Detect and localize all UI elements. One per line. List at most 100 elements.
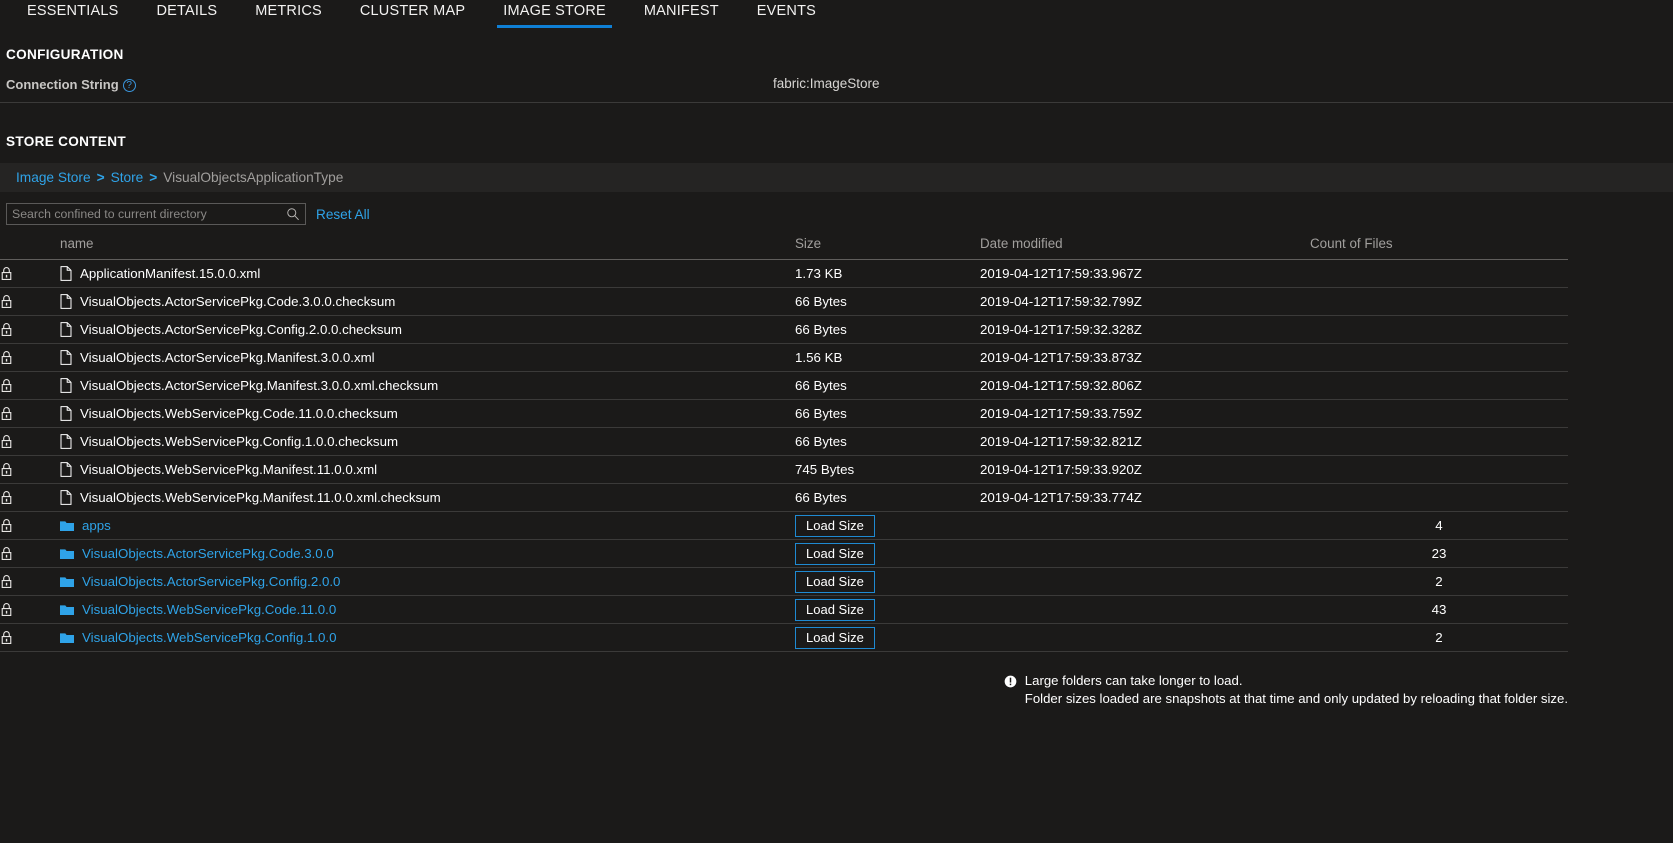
- tab-image-store[interactable]: IMAGE STORE: [484, 0, 625, 28]
- table-row[interactable]: VisualObjects.ActorServicePkg.Config.2.0…: [0, 315, 1568, 344]
- table-row[interactable]: VisualObjects.WebServicePkg.Config.1.0.0…: [0, 623, 1568, 652]
- column-header-date-modified[interactable]: Date modified: [980, 236, 1310, 260]
- column-header-size[interactable]: Size: [795, 236, 980, 260]
- load-size-cell[interactable]: Load Size: [795, 595, 980, 624]
- load-size-button[interactable]: Load Size: [795, 570, 875, 593]
- row-count-of-files-value: [1310, 371, 1568, 400]
- file-icon: [60, 406, 72, 421]
- lock-icon: [0, 343, 60, 372]
- row-count-of-files-value: 23: [1310, 539, 1568, 568]
- connection-string-label: Connection String: [6, 77, 119, 92]
- tab-bar: ESSENTIALS DETAILS METRICS CLUSTER MAP IMAGE…: [0, 0, 1673, 32]
- tab-essentials[interactable]: ESSENTIALS: [8, 0, 137, 28]
- row-size-value: 66 Bytes: [795, 371, 980, 400]
- table-row[interactable]: VisualObjects.WebServicePkg.Code.11.0.0 L…: [0, 595, 1568, 624]
- load-size-button[interactable]: Load Size: [795, 542, 875, 565]
- row-count-of-files-value: [1310, 427, 1568, 456]
- lock-icon: [0, 399, 60, 428]
- tab-manifest[interactable]: MANIFEST: [625, 0, 738, 28]
- row-name-cell: ApplicationManifest.15.0.0.xml: [60, 259, 795, 288]
- row-date-modified-value: [980, 511, 1310, 540]
- row-name-cell[interactable]: VisualObjects.ActorServicePkg.Code.3.0.0: [60, 539, 795, 568]
- load-size-cell[interactable]: Load Size: [795, 567, 980, 596]
- help-icon[interactable]: ?: [122, 79, 136, 92]
- row-size-value: 1.56 KB: [795, 343, 980, 372]
- load-size-cell[interactable]: Load Size: [795, 623, 980, 652]
- load-size-button[interactable]: Load Size: [795, 598, 875, 621]
- search-box[interactable]: [6, 203, 306, 225]
- table-row[interactable]: VisualObjects.ActorServicePkg.Code.3.0.0…: [0, 287, 1568, 316]
- row-date-modified-value: 2019-04-12T17:59:32.806Z: [980, 371, 1310, 400]
- table-row[interactable]: VisualObjects.ActorServicePkg.Config.2.0…: [0, 567, 1568, 596]
- row-name-cell[interactable]: VisualObjects.WebServicePkg.Config.1.0.0: [60, 623, 795, 652]
- row-name-cell: VisualObjects.ActorServicePkg.Manifest.3…: [60, 343, 795, 372]
- row-name-label[interactable]: VisualObjects.ActorServicePkg.Config.2.0…: [82, 574, 340, 589]
- row-name-cell: VisualObjects.WebServicePkg.Config.1.0.0…: [60, 427, 795, 456]
- row-date-modified-value: 2019-04-12T17:59:33.774Z: [980, 483, 1310, 512]
- table-row[interactable]: VisualObjects.WebServicePkg.Code.11.0.0.…: [0, 399, 1568, 428]
- file-icon: [60, 462, 72, 477]
- lock-icon: [0, 315, 60, 344]
- table-row[interactable]: apps Load Size 4: [0, 511, 1568, 540]
- footer-note-lines: Large folders can take longer to load. F…: [1025, 672, 1568, 708]
- row-name-label[interactable]: VisualObjects.WebServicePkg.Code.11.0.0: [82, 602, 336, 617]
- row-size-value: 66 Bytes: [795, 483, 980, 512]
- search-row: Reset All: [0, 203, 1673, 225]
- row-name-label: VisualObjects.ActorServicePkg.Config.2.0…: [80, 322, 402, 337]
- row-name-cell: VisualObjects.WebServicePkg.Manifest.11.…: [60, 455, 795, 484]
- breadcrumb-item-0[interactable]: Image Store: [16, 170, 91, 185]
- breadcrumb-item-2: VisualObjectsApplicationType: [163, 170, 344, 185]
- row-name-cell: VisualObjects.WebServicePkg.Code.11.0.0.…: [60, 399, 795, 428]
- table-row[interactable]: VisualObjects.ActorServicePkg.Code.3.0.0…: [0, 539, 1568, 568]
- load-size-cell[interactable]: Load Size: [795, 539, 980, 568]
- column-header-lock: [0, 236, 60, 260]
- row-name-label[interactable]: VisualObjects.WebServicePkg.Config.1.0.0: [82, 630, 337, 645]
- row-name-label[interactable]: VisualObjects.ActorServicePkg.Code.3.0.0: [82, 546, 334, 561]
- lock-icon: [0, 287, 60, 316]
- breadcrumb-item-1[interactable]: Store: [111, 170, 144, 185]
- row-size-value: 66 Bytes: [795, 287, 980, 316]
- file-icon: [60, 294, 72, 309]
- row-name-cell[interactable]: VisualObjects.WebServicePkg.Code.11.0.0: [60, 595, 795, 624]
- table-row[interactable]: VisualObjects.WebServicePkg.Manifest.11.…: [0, 455, 1568, 484]
- row-name-label: ApplicationManifest.15.0.0.xml: [80, 266, 261, 281]
- row-date-modified-value: 2019-04-12T17:59:33.920Z: [980, 455, 1310, 484]
- folder-icon: [60, 548, 74, 560]
- info-alert-icon: [1004, 675, 1017, 688]
- reset-all-link[interactable]: Reset All: [316, 207, 370, 222]
- tab-events[interactable]: EVENTS: [738, 0, 835, 28]
- load-size-cell[interactable]: Load Size: [795, 511, 980, 540]
- table-row[interactable]: VisualObjects.ActorServicePkg.Manifest.3…: [0, 371, 1568, 400]
- lock-icon: [0, 455, 60, 484]
- store-content-table: name Size Date modified Count of Files A…: [0, 236, 1568, 652]
- table-row[interactable]: VisualObjects.WebServicePkg.Manifest.11.…: [0, 483, 1568, 512]
- footer-note-line-2: Folder sizes loaded are snapshots at tha…: [1024, 691, 1568, 706]
- footer-note-line-1: Large folders can take longer to load.: [1024, 673, 1243, 688]
- row-size-value: 745 Bytes: [795, 455, 980, 484]
- column-header-count-of-files[interactable]: Count of Files: [1310, 236, 1568, 260]
- table-row[interactable]: VisualObjects.WebServicePkg.Config.1.0.0…: [0, 427, 1568, 456]
- configuration-heading: CONFIGURATION: [6, 47, 124, 62]
- row-name-cell: VisualObjects.ActorServicePkg.Code.3.0.0…: [60, 287, 795, 316]
- lock-icon: [0, 259, 60, 288]
- table-row[interactable]: ApplicationManifest.15.0.0.xml 1.73 KB 201…: [0, 259, 1568, 288]
- row-name-label[interactable]: apps: [82, 518, 111, 533]
- row-count-of-files-value: 4: [1310, 511, 1568, 540]
- load-size-button[interactable]: Load Size: [795, 626, 875, 649]
- tab-details[interactable]: DETAILS: [137, 0, 236, 28]
- tab-metrics[interactable]: METRICS: [236, 0, 341, 28]
- column-header-name[interactable]: name: [60, 236, 795, 260]
- load-size-button[interactable]: Load Size: [795, 514, 875, 537]
- table-row[interactable]: VisualObjects.ActorServicePkg.Manifest.3…: [0, 343, 1568, 372]
- row-date-modified-value: 2019-04-12T17:59:32.821Z: [980, 427, 1310, 456]
- row-date-modified-value: [980, 567, 1310, 596]
- row-name-cell[interactable]: apps: [60, 511, 795, 540]
- row-name-cell: VisualObjects.ActorServicePkg.Manifest.3…: [60, 371, 795, 400]
- file-icon: [60, 266, 72, 281]
- search-input[interactable]: [7, 204, 305, 224]
- row-size-value: 1.73 KB: [795, 259, 980, 288]
- tab-cluster-map[interactable]: CLUSTER MAP: [341, 0, 484, 28]
- row-date-modified-value: 2019-04-12T17:59:33.967Z: [980, 259, 1310, 288]
- row-name-cell[interactable]: VisualObjects.ActorServicePkg.Config.2.0…: [60, 567, 795, 596]
- row-size-value: 66 Bytes: [795, 427, 980, 456]
